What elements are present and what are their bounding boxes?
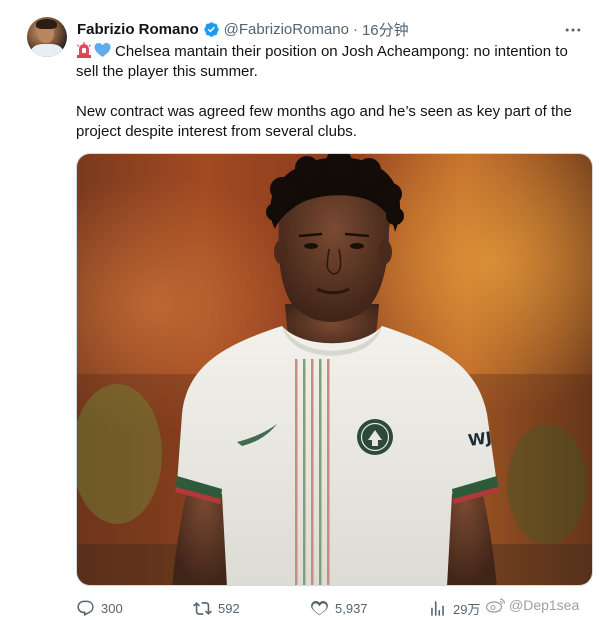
separator-dot: ·	[352, 20, 358, 38]
author-avatar[interactable]	[27, 17, 67, 57]
watermark-text: @Dep1sea	[509, 597, 580, 613]
weibo-icon	[486, 598, 506, 613]
tweet-line-1: Chelsea mantain their position on Josh A…	[76, 43, 568, 80]
like-icon	[311, 600, 328, 615]
like-button[interactable]: 5,937	[310, 597, 368, 619]
weibo-watermark: @Dep1sea	[486, 597, 579, 613]
tweet-line-2: New contract was agreed few months ago a…	[76, 103, 572, 140]
more-icon[interactable]	[563, 20, 583, 40]
tweet-header: Fabrizio Romano @FabrizioRomano · 16分钟	[77, 19, 409, 39]
reply-count: 300	[101, 600, 123, 616]
verified-badge-icon	[203, 21, 219, 37]
rotating-light-emoji	[77, 42, 91, 58]
tweet-time[interactable]: 16分钟	[362, 19, 409, 40]
tweet-text: Chelsea mantain their position on Josh A…	[76, 42, 588, 142]
svg-text:WJ: WJ	[467, 428, 493, 450]
reply-button[interactable]: 300	[76, 597, 123, 619]
views-icon	[431, 600, 444, 616]
tweet-paragraph-1: Chelsea mantain their position on Josh A…	[76, 42, 588, 82]
author-handle[interactable]: @FabrizioRomano	[224, 21, 349, 38]
retweet-button[interactable]: 592	[193, 597, 240, 619]
views-button[interactable]: 29万	[428, 597, 480, 619]
like-count: 5,937	[335, 600, 368, 616]
player-photo: WJ	[77, 154, 592, 585]
author-name[interactable]: Fabrizio Romano	[77, 21, 199, 38]
blue-heart-emoji	[94, 43, 111, 57]
tweet-card[interactable]: Fabrizio Romano @FabrizioRomano · 16分钟 C…	[0, 0, 599, 620]
views-count: 29万	[453, 601, 481, 617]
reply-icon	[77, 600, 94, 616]
retweet-icon	[193, 601, 212, 615]
tweet-photo[interactable]: WJ	[76, 153, 593, 586]
retweet-count: 592	[218, 600, 240, 616]
